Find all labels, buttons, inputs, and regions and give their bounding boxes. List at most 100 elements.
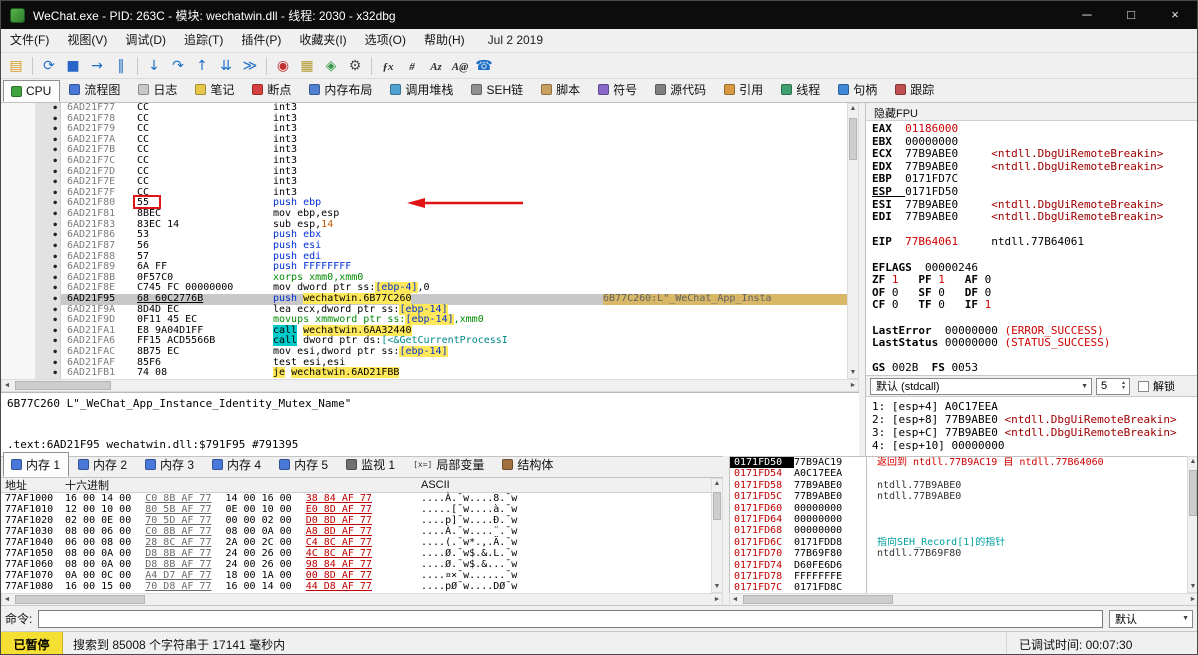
breakpoint-gutter[interactable]: ● (35, 315, 61, 326)
scroll-right-icon[interactable]: ► (1188, 595, 1197, 605)
disasm-row[interactable]: ● 6AD21F8E C745 FC 00000000 mov dword ptr s… (1, 282, 847, 294)
scroll-down-icon[interactable]: ▼ (1188, 582, 1197, 592)
breakpoint-gutter[interactable]: ● (35, 187, 61, 199)
argument-line[interactable]: 2: [esp+8] 77B9ABE0 <ntdll.DbgUiRemoteBr… (872, 413, 1197, 426)
menu-item-options[interactable]: 选项(O) (356, 29, 415, 52)
stack-row[interactable]: 0171FD70 77B69F80 ntdll.77B69F80 (730, 548, 1187, 560)
breakpoint-gutter[interactable]: ● (35, 103, 61, 114)
pause-button[interactable]: ‖ (109, 55, 133, 77)
disasm-row[interactable]: ● 6AD21F79 CC int3 (1, 123, 847, 135)
tab-notes[interactable]: 笔记 (187, 77, 243, 102)
disasm-row[interactable]: ● 6AD21F81 8BEC mov ebp,esp (1, 208, 847, 220)
hide-fpu-button[interactable]: 隐藏FPU (866, 103, 1197, 121)
breakpoint-gutter[interactable]: ● (35, 124, 61, 135)
memory-row[interactable]: 77AF1080 16 00 15 00 70 D8 AF 77 16 00 14 0… (1, 581, 711, 592)
disasm-row[interactable]: ● 6AD21F78 CC int3 (1, 113, 847, 125)
minimize-button[interactable]: ─ (1065, 1, 1109, 29)
disasm-row[interactable]: ● 6AD21FAC 8B75 EC mov esi,dword ptr ss:[eb… (1, 346, 847, 358)
memory-row[interactable]: 77AF1000 16 00 14 00 C0 8B AF 77 14 00 16 0… (1, 493, 711, 504)
breakpoint-gutter[interactable]: ● (35, 293, 61, 305)
breakpoint-gutter[interactable]: ● (35, 113, 61, 125)
spinner-arrows-icon[interactable]: ▲ ▼ (1118, 381, 1129, 391)
disasm-row[interactable]: ● 6AD21FAF 85F6 test esi,esi (1, 357, 847, 369)
disasm-row[interactable]: ● 6AD21F7E CC int3 (1, 176, 847, 188)
stack-view[interactable]: 0171FD50 77B9AC19 返回到 ntdll.77B9AC19 自 ntd… (729, 456, 1187, 593)
tab-memory-4[interactable]: 内存 4 (204, 452, 270, 477)
memory-vscrollbar[interactable]: ▲ ▼ (711, 478, 723, 593)
patches-hash-button[interactable]: # (400, 55, 424, 77)
disasm-row[interactable]: ● 6AD21F7B CC int3 (1, 145, 847, 157)
command-input[interactable] (38, 609, 1103, 628)
stack-row[interactable]: 0171FD74 D60FE6D6 (730, 559, 1187, 571)
step-into-button[interactable]: ↓ (142, 55, 166, 77)
disasm-row[interactable]: ● 6AD21FB1 74 08 je wechatwin.6AD21FBB (1, 367, 847, 379)
breakpoint-gutter[interactable]: ● (35, 304, 61, 316)
tab-source[interactable]: 源代码 (647, 77, 715, 102)
register-line[interactable]: EDI 77B9ABE0 <ntdll.DbgUiRemoteBreakin> (872, 210, 1197, 224)
unlock-checkbox[interactable]: 解锁 (1138, 378, 1175, 394)
stack-row[interactable]: 0171FD54 A0C17EEA (730, 468, 1187, 480)
memory-row[interactable]: 77AF1010 12 00 10 00 80 5B AF 77 0E 00 10 0… (1, 504, 711, 515)
calculator-fx-button[interactable]: ƒx (376, 55, 400, 77)
breakpoint-gutter[interactable]: ● (35, 219, 61, 231)
tab-seh-chain[interactable]: SEH链 (463, 77, 532, 102)
scroll-thumb[interactable] (15, 595, 145, 604)
breakpoint-gutter[interactable]: ● (35, 272, 61, 284)
tab-threads[interactable]: 线程 (773, 77, 829, 102)
register-line[interactable]: GS 002B FS 0053 (872, 361, 1197, 375)
open-file-button[interactable]: ▤ (4, 55, 28, 77)
menu-item-favourites[interactable]: 收藏夹(I) (290, 29, 355, 52)
tab-locals[interactable]: [x=] 局部变量 (405, 452, 493, 477)
disasm-row[interactable]: ● 6AD21F80 55 push ebp (1, 198, 847, 210)
scroll-right-icon[interactable]: ► (712, 595, 722, 605)
breakpoint-gutter[interactable]: ● (35, 283, 61, 294)
breakpoint-gutter[interactable]: ● (35, 209, 61, 220)
tab-graph[interactable]: 流程图 (61, 77, 129, 102)
breakpoint-gutter[interactable]: ● (35, 368, 61, 379)
breakpoint-gutter[interactable]: ● (35, 262, 61, 273)
tab-cpu[interactable]: CPU (3, 80, 61, 102)
disasm-row[interactable]: ● 6AD21F95 68 60C2776B push wechatwin.6B77C… (1, 292, 847, 305)
disasm-row[interactable]: ● 6AD21F9D 0F11 45 EC movups xmmword ptr ss… (1, 314, 847, 326)
disassembly-view[interactable]: ● 6AD21F77 CC int3 ● 6AD21F78 CC int3 ● 6AD21F79 C… (1, 103, 847, 379)
attach-phone-button[interactable]: ☎ (472, 55, 496, 77)
stack-row[interactable]: 0171FD64 00000000 (730, 513, 1187, 526)
memory-row[interactable]: 77AF1050 08 00 0A 00 D8 8B AF 77 24 00 26 0… (1, 548, 711, 559)
disasm-row[interactable]: ● 6AD21F7C CC int3 (1, 155, 847, 167)
disasm-row[interactable]: ● 6AD21F88 57 push edi (1, 251, 847, 263)
breakpoint-gutter[interactable]: ● (35, 230, 61, 241)
scroll-down-icon[interactable]: ▼ (848, 368, 858, 378)
scroll-thumb[interactable] (743, 595, 893, 604)
breakpoint-gutter[interactable]: ● (35, 166, 61, 178)
breakpoint-gutter[interactable]: ● (35, 336, 61, 348)
memory-row[interactable]: 77AF1070 0A 00 0C 00 A4 D7 AF 77 18 00 1A 0… (1, 570, 711, 581)
breakpoint-gutter[interactable]: ● (35, 357, 61, 369)
modules-at-button[interactable]: A@ (448, 55, 472, 77)
tab-memory-3[interactable]: 内存 3 (137, 452, 203, 477)
tab-script[interactable]: 脚本 (533, 77, 589, 102)
stack-row[interactable]: 0171FD78 FFFFFFFE (730, 570, 1187, 583)
memory-row[interactable]: 77AF1030 08 00 06 00 C0 8B AF 77 08 00 0A 0… (1, 526, 711, 537)
breakpoint-gutter[interactable]: ● (35, 325, 61, 337)
stack-row[interactable]: 0171FD50 77B9AC19 返回到 ntdll.77B9AC19 自 ntd… (730, 457, 1187, 469)
memory-row[interactable]: 77AF1060 08 00 0A 00 D8 8B AF 77 24 00 26 0… (1, 559, 711, 570)
memory-row[interactable]: 77AF1040 06 00 08 00 28 8C AF 77 2A 00 2C 0… (1, 537, 711, 548)
trace-coverage-button[interactable]: ◉ (271, 55, 295, 77)
graph-view-button[interactable]: ◈ (319, 55, 343, 77)
stop-button[interactable]: ■ (61, 55, 85, 77)
animate-into-button[interactable]: ≫ (238, 55, 262, 77)
execute-till-return-button[interactable]: ↑ (190, 55, 214, 77)
tab-memory-1[interactable]: 内存 1 (3, 452, 70, 477)
argument-line[interactable]: 4: [esp+10] 00000000 (872, 439, 1197, 452)
register-line[interactable]: EIP 77B64061 ntdll.77B64061 (872, 236, 1197, 249)
step-over-button[interactable]: ↷ (166, 55, 190, 77)
disasm-row[interactable]: ● 6AD21F86 53 push ebx (1, 230, 847, 241)
tab-log[interactable]: 日志 (130, 77, 186, 102)
argument-count-spinner[interactable]: 5 ▲ ▼ (1096, 377, 1130, 395)
breakpoint-gutter[interactable]: ● (35, 177, 61, 188)
checkbox-box[interactable] (1138, 380, 1149, 392)
scroll-thumb[interactable] (15, 381, 111, 390)
memory-dump-view[interactable]: 地址 十六进制 ASCII 77AF1000 16 00 14 00 C0 8B A… (1, 478, 711, 593)
scroll-right-icon[interactable]: ► (848, 381, 858, 391)
tab-memory-2[interactable]: 内存 2 (70, 452, 136, 477)
